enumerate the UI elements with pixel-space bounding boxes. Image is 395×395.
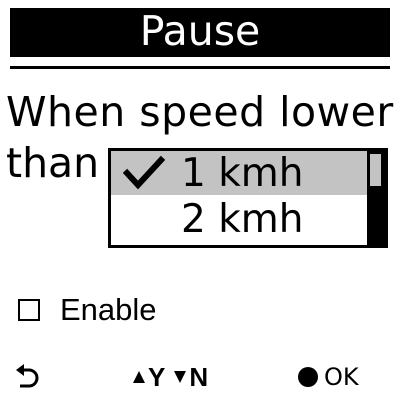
title-bar: Pause <box>10 8 390 57</box>
enable-label: Enable <box>60 292 157 327</box>
triangle-up-icon <box>133 371 145 383</box>
scrollbar-thumb[interactable] <box>370 154 381 186</box>
footer-bar: Y N OK <box>0 360 395 395</box>
speed-option-label: 1 kmh <box>181 150 304 196</box>
check-icon <box>123 155 165 190</box>
no-letter: N <box>189 362 209 392</box>
checkbox-icon[interactable] <box>18 298 40 321</box>
ok-button[interactable]: OK <box>298 365 359 389</box>
prompt-line-1: When speed lower <box>6 88 394 136</box>
page-title: Pause <box>139 7 261 55</box>
speed-option-1[interactable]: 1 kmh <box>111 151 373 195</box>
yes-letter: Y <box>148 362 166 392</box>
speed-option-2[interactable]: 2 kmh <box>111 197 373 241</box>
prompt-line-2: than <box>6 139 100 187</box>
speed-listbox[interactable]: 1 kmh 2 kmh <box>108 148 388 248</box>
triangle-down-icon <box>174 371 187 383</box>
speed-option-label: 2 kmh <box>181 196 304 242</box>
ok-label: OK <box>324 363 359 391</box>
nav-hint: Y N <box>132 364 216 390</box>
enable-checkbox-row[interactable]: Enable <box>18 294 157 325</box>
filled-dot-icon <box>298 367 318 387</box>
back-arrow-icon[interactable] <box>14 362 40 392</box>
title-divider <box>10 66 390 69</box>
listbox-scrollbar[interactable] <box>367 151 385 245</box>
